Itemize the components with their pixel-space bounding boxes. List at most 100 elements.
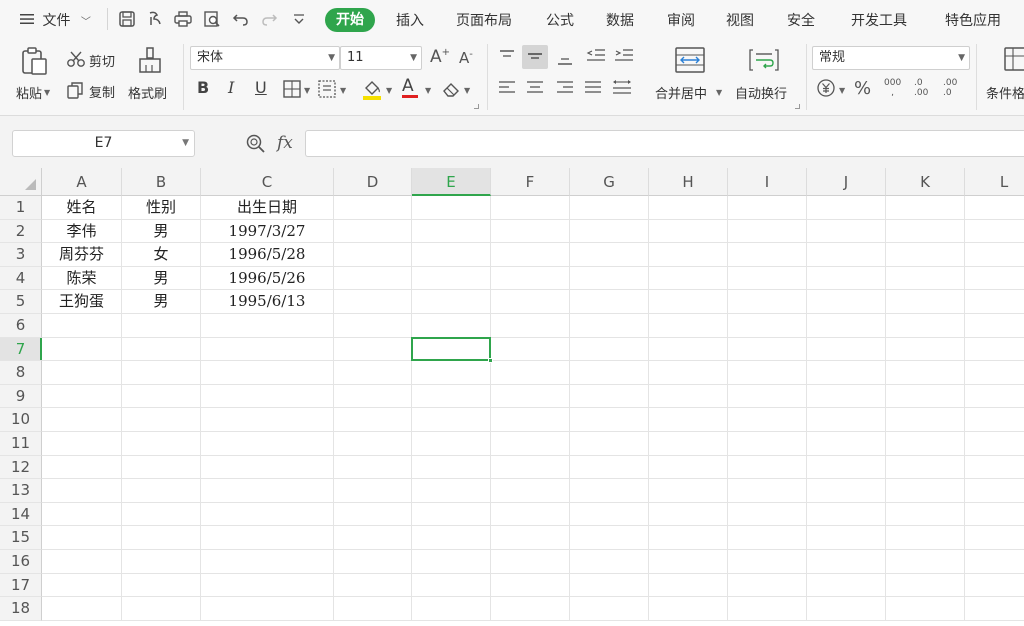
borders-icon[interactable] (283, 80, 301, 98)
cell-f2[interactable] (491, 219, 570, 244)
row-header-9[interactable]: 9 (0, 384, 42, 409)
cell-e5[interactable] (412, 290, 491, 314)
borders-dropdown-icon[interactable]: ▼ (304, 86, 310, 95)
name-box[interactable]: E7 ▼ (12, 130, 195, 157)
cell-k3[interactable] (886, 243, 965, 267)
cell-c10[interactable] (201, 408, 334, 432)
cell-d12[interactable] (334, 455, 412, 480)
italic-button[interactable]: I (228, 78, 234, 97)
cell-g5[interactable] (570, 290, 649, 314)
row-header-14[interactable]: 14 (0, 502, 42, 527)
cell-d14[interactable] (334, 502, 412, 527)
underline-button[interactable]: U (255, 78, 267, 97)
cell-e6[interactable] (412, 314, 491, 338)
cell-h10[interactable] (649, 408, 728, 432)
cell-e13[interactable] (412, 479, 491, 503)
cell-c1[interactable]: 出生日期 (201, 196, 334, 220)
paste-icon[interactable] (18, 46, 50, 76)
cell-k15[interactable] (886, 526, 965, 550)
cell-h5[interactable] (649, 290, 728, 314)
cell-h4[interactable] (649, 266, 728, 291)
cell-g8[interactable] (570, 361, 649, 385)
cell-h16[interactable] (649, 550, 728, 574)
column-header-d[interactable]: D (334, 168, 412, 196)
fill-handle[interactable] (488, 358, 493, 364)
cell-b18[interactable] (122, 597, 201, 621)
bold-button[interactable]: B (197, 78, 209, 97)
cell-j14[interactable] (807, 502, 886, 527)
wrap-text-icon[interactable] (749, 47, 779, 73)
cell-j9[interactable] (807, 384, 886, 409)
column-header-j[interactable]: J (807, 168, 886, 196)
cell-i5[interactable] (728, 290, 807, 314)
cell-b3[interactable]: 女 (122, 243, 201, 267)
cell-i3[interactable] (728, 243, 807, 267)
row-header-15[interactable]: 15 (0, 526, 42, 550)
cell-f16[interactable] (491, 550, 570, 574)
cell-d10[interactable] (334, 408, 412, 432)
cell-k18[interactable] (886, 597, 965, 621)
cell-f9[interactable] (491, 384, 570, 409)
cell-c12[interactable] (201, 455, 334, 480)
cell-j4[interactable] (807, 266, 886, 291)
row-header-10[interactable]: 10 (0, 408, 42, 432)
cell-l10[interactable] (965, 408, 1024, 432)
print-icon[interactable] (173, 9, 193, 29)
cell-l16[interactable] (965, 550, 1024, 574)
cell-f3[interactable] (491, 243, 570, 267)
cell-l2[interactable] (965, 220, 1024, 244)
cell-l6[interactable] (965, 314, 1024, 338)
cell-j7[interactable] (807, 337, 886, 362)
distributed-align-icon[interactable] (612, 78, 632, 96)
merge-dropdown-icon[interactable]: ▼ (716, 88, 722, 97)
cell-d4[interactable] (334, 266, 412, 291)
cell-d9[interactable] (334, 384, 412, 409)
column-header-h[interactable]: H (649, 168, 728, 196)
column-header-g[interactable]: G (570, 168, 649, 196)
cell-b16[interactable] (122, 550, 201, 574)
cell-k11[interactable] (886, 432, 965, 456)
cell-b12[interactable] (122, 455, 201, 480)
alignment-settings-launcher[interactable] (795, 104, 800, 109)
tab-view[interactable]: 视图 (726, 10, 754, 30)
cell-j11[interactable] (807, 432, 886, 456)
cell-l9[interactable] (965, 385, 1024, 409)
cell-b6[interactable] (122, 314, 201, 338)
font-color-dropdown-icon[interactable]: ▼ (425, 86, 431, 95)
cell-g4[interactable] (570, 266, 649, 291)
cell-b13[interactable] (122, 479, 201, 503)
column-header-i[interactable]: I (728, 168, 807, 196)
cell-i15[interactable] (728, 526, 807, 550)
cell-k14[interactable] (886, 502, 965, 527)
cell-f1[interactable] (491, 196, 570, 220)
cell-i2[interactable] (728, 219, 807, 244)
cell-c5[interactable]: 1995/6/13 (201, 290, 334, 314)
cell-d13[interactable] (334, 479, 412, 503)
row-header-13[interactable]: 13 (0, 479, 42, 503)
cell-g2[interactable] (570, 219, 649, 244)
cell-a10[interactable] (42, 408, 122, 432)
cell-g10[interactable] (570, 408, 649, 432)
cell-style-dropdown-icon[interactable]: ▼ (340, 86, 346, 95)
cell-h6[interactable] (649, 314, 728, 338)
cell-i9[interactable] (728, 384, 807, 409)
cut-button[interactable]: 剪切 (89, 51, 115, 70)
redo-icon[interactable] (259, 9, 279, 29)
cell-g1[interactable] (570, 196, 649, 220)
insert-function-button[interactable]: fx (277, 133, 293, 153)
print-preview-icon[interactable] (202, 9, 222, 29)
cell-l7[interactable] (965, 338, 1024, 362)
cell-i12[interactable] (728, 455, 807, 480)
cell-i8[interactable] (728, 361, 807, 385)
cell-c15[interactable] (201, 526, 334, 550)
cell-e3[interactable] (412, 243, 491, 267)
cell-h7[interactable] (649, 337, 728, 362)
currency-icon[interactable] (816, 78, 836, 98)
cell-b2[interactable]: 男 (122, 219, 201, 244)
cell-c9[interactable] (201, 384, 334, 409)
copy-icon[interactable] (66, 81, 84, 99)
tab-developer[interactable]: 开发工具 (851, 10, 907, 30)
cell-g6[interactable] (570, 314, 649, 338)
undo-icon[interactable] (231, 9, 251, 29)
column-header-b[interactable]: B (122, 168, 201, 196)
